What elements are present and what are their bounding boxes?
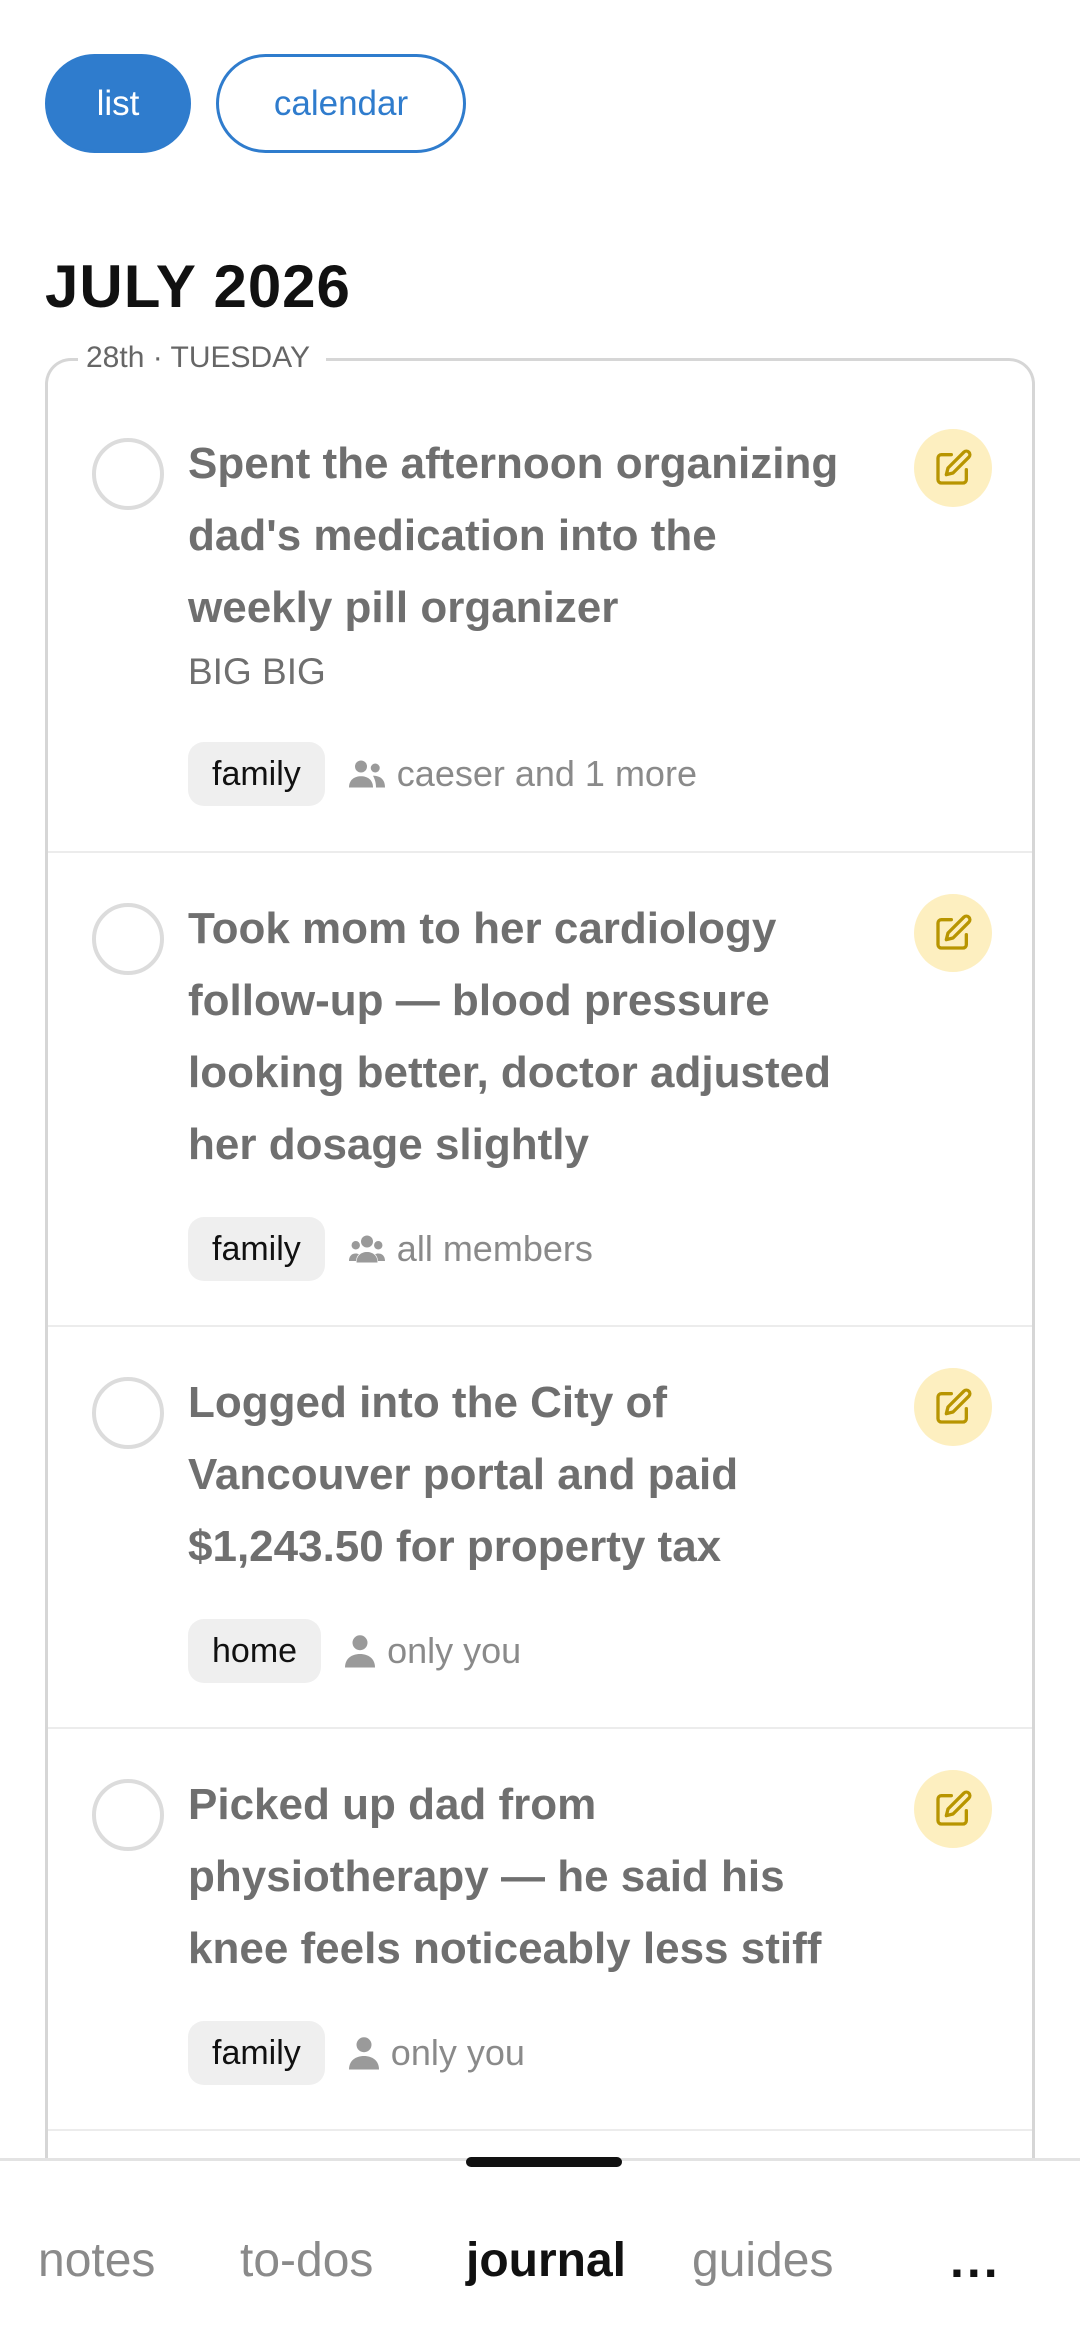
edit-icon (936, 1388, 972, 1424)
entry-meta: home only you (188, 1619, 521, 1683)
share-info: only you (348, 2032, 525, 2074)
share-info: caeser and 1 more (348, 753, 697, 795)
share-info: all members (348, 1228, 593, 1270)
nav-tab-journal[interactable]: journal (466, 2233, 626, 2288)
journal-entry[interactable]: Spent the afternoon organizing dad's med… (48, 361, 1032, 853)
complete-checkbox[interactable] (92, 1377, 164, 1449)
group-icon (348, 1235, 385, 1263)
user-icon (345, 1635, 376, 1668)
tag-badge[interactable]: family (188, 2021, 325, 2085)
complete-checkbox[interactable] (92, 438, 164, 510)
edit-button[interactable] (914, 894, 992, 972)
list-view-button[interactable]: list (45, 54, 191, 153)
entry-text: Logged into the City of Vancouver portal… (188, 1378, 739, 1571)
calendar-view-button[interactable]: calendar (216, 54, 466, 153)
share-info: only you (345, 1630, 521, 1672)
entry-meta: family caeser and 1 more (188, 742, 697, 806)
journal-entry[interactable]: Took mom to her cardiology follow-up — b… (48, 853, 1032, 1327)
edit-icon (936, 1790, 972, 1826)
entry-text: Took mom to her cardiology follow-up — b… (188, 904, 831, 1169)
entry-meta: family all members (188, 1217, 593, 1281)
active-tab-indicator (466, 2157, 622, 2167)
tag-badge[interactable]: home (188, 1619, 322, 1683)
journal-entry[interactable]: Picked up dad from physiotherapy — he sa… (48, 1729, 1032, 2131)
nav-tab-notes[interactable]: notes (38, 2233, 155, 2288)
complete-checkbox[interactable] (92, 1779, 164, 1851)
share-text: all members (396, 1228, 593, 1269)
journal-entry[interactable]: Logged into the City of Vancouver portal… (48, 1327, 1032, 1729)
more-menu-button[interactable]: ... (950, 2231, 1001, 2289)
edit-button[interactable] (914, 1368, 992, 1446)
complete-checkbox[interactable] (92, 903, 164, 975)
tag-badge[interactable]: family (188, 1217, 325, 1281)
edit-button[interactable] (914, 1770, 992, 1848)
nav-tab-guides[interactable]: guides (692, 2233, 833, 2288)
edit-icon (936, 914, 972, 950)
day-group: 28th · TUESDAY Spent the afternoon organ… (45, 341, 1035, 2340)
nav-tab-todos[interactable]: to-dos (240, 2233, 373, 2288)
view-toggle: list calendar (45, 54, 466, 153)
entry-subtitle: BIG BIG (188, 651, 326, 692)
edit-icon (936, 449, 972, 485)
entry-text: Spent the afternoon organizing dad's med… (188, 439, 839, 632)
edit-button[interactable] (914, 429, 992, 507)
entry-text: Picked up dad from physiotherapy — he sa… (188, 1780, 822, 1973)
tag-badge[interactable]: family (188, 742, 325, 806)
bottom-nav: notes to-dos journal guides ... (0, 2157, 1080, 2340)
month-title: JULY 2026 (45, 253, 351, 320)
entry-meta: family only you (188, 2021, 525, 2085)
share-text: only you (390, 2032, 525, 2073)
user-icon (348, 2037, 379, 2070)
share-text: caeser and 1 more (396, 753, 697, 794)
share-text: only you (387, 1630, 522, 1671)
users-icon (348, 760, 385, 788)
